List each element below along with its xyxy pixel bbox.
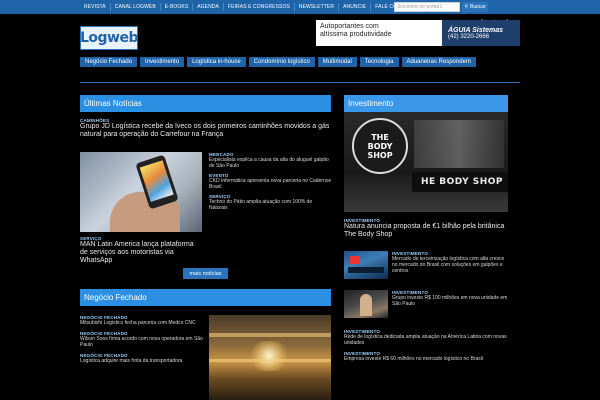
nav-divider bbox=[80, 82, 520, 83]
top-nav-feiras[interactable]: FEIRAS E CONGRESSOS bbox=[224, 3, 295, 11]
lead-story[interactable]: SERVIÇO MAN Latin America lança platafor… bbox=[80, 236, 202, 265]
factory-light bbox=[249, 341, 289, 371]
section-title-negocio[interactable]: Negócio Fechado bbox=[80, 289, 331, 306]
section-title-investimento[interactable]: Investimento bbox=[344, 95, 508, 112]
ad-line-2: altíssima produtividade bbox=[320, 31, 392, 38]
investimento-main-story[interactable]: INVESTIMENTO Natura anuncia proposta de … bbox=[344, 218, 508, 239]
nav-logistica-in-house[interactable]: Logística in-house bbox=[187, 57, 246, 67]
top-bar: REVISTA CANAL LOGWEB E-BOOKS AGENDA FEIR… bbox=[0, 0, 600, 14]
story-image-factory[interactable] bbox=[209, 315, 331, 400]
list-item[interactable]: INVESTIMENTO Empresa investe R$ 60 milhõ… bbox=[344, 351, 508, 362]
story-text[interactable]: Rede de logística dedicada amplia atuaçã… bbox=[344, 334, 508, 346]
top-nav-ebooks[interactable]: E-BOOKS bbox=[161, 3, 194, 11]
thumb-logo bbox=[350, 256, 360, 264]
phone-screen bbox=[139, 160, 174, 202]
shop-sign-word: THE bbox=[371, 132, 389, 142]
nav-tecnologia[interactable]: Tecnologia bbox=[359, 57, 399, 67]
side-story-list: MERCADO Especialista explica a causa da … bbox=[209, 152, 331, 211]
nav-negocio-fechado[interactable]: Negócio Fechado bbox=[80, 57, 138, 67]
story-text[interactable]: Wilson Sons firma acordo com nova operad… bbox=[80, 336, 204, 348]
more-news-button[interactable]: mais notícias bbox=[183, 268, 228, 279]
story-text[interactable]: Mitsubishi Logistics fecha parceria com … bbox=[80, 320, 204, 326]
factory-beam bbox=[209, 333, 331, 337]
list-item[interactable]: NEGÓCIO FECHADO Logística adquire mais f… bbox=[80, 353, 204, 364]
thumb-bar bbox=[348, 267, 384, 273]
shop-banner-text: HE BODY SHOP bbox=[420, 177, 504, 187]
list-item[interactable]: SERVIÇO Techno do Pátio amplia atuação c… bbox=[209, 194, 331, 211]
top-nav-revista[interactable]: REVISTA bbox=[80, 3, 111, 11]
shop-sign-word: SHOP bbox=[367, 150, 393, 160]
nav-multimodal[interactable]: Multimodal bbox=[317, 57, 357, 67]
search-icon: ⚲ bbox=[464, 4, 469, 10]
nav-investimento[interactable]: Investimento bbox=[140, 57, 185, 67]
story-headline[interactable]: Grupo JD Logística recebe da Iveco os do… bbox=[80, 123, 331, 139]
story-text[interactable]: Empresa investe R$ 60 milhões no mercado… bbox=[344, 356, 508, 362]
ad-line-1: Autoportantes com bbox=[320, 23, 379, 30]
story-image-body-shop[interactable]: THE BODY SHOP HE BODY SHOP bbox=[344, 112, 508, 212]
negocio-list: NEGÓCIO FECHADO Mitsubishi Logistics fec… bbox=[80, 315, 204, 364]
top-nav-agenda[interactable]: AGENDA bbox=[193, 3, 224, 11]
main-nav: Negócio Fechado Investimento Logística i… bbox=[80, 57, 520, 70]
thumb-image[interactable] bbox=[344, 251, 388, 279]
ad-phone: (42) 3220-2666 bbox=[448, 33, 490, 40]
top-nav: REVISTA CANAL LOGWEB E-BOOKS AGENDA FEIR… bbox=[0, 3, 420, 11]
story-text[interactable]: Especialista explica a causa da alta do … bbox=[209, 157, 331, 169]
top-story[interactable]: CAMINHÕES Grupo JD Logística recebe da I… bbox=[80, 118, 331, 139]
thumb-person bbox=[360, 294, 372, 316]
shop-banner: HE BODY SHOP bbox=[412, 172, 508, 192]
top-nav-canal-logweb[interactable]: CANAL LOGWEB bbox=[111, 3, 161, 11]
nav-aduaneiras-respondem[interactable]: Aduaneiras Respondem bbox=[401, 57, 476, 67]
list-item[interactable]: INVESTIMENTO Grupo investe R$ 100 milhõe… bbox=[392, 290, 508, 307]
thumb-image[interactable] bbox=[344, 290, 388, 318]
list-item[interactable]: MERCADO Especialista explica a causa da … bbox=[209, 152, 331, 169]
story-text[interactable]: CKD Informática apresenta nova parceria … bbox=[209, 178, 331, 190]
story-text[interactable]: Grupo investe R$ 100 milhões em nova uni… bbox=[392, 295, 508, 307]
story-headline[interactable]: MAN Latin America lança plataforma de se… bbox=[80, 241, 202, 265]
list-item[interactable]: NEGÓCIO FECHADO Wilson Sons firma acordo… bbox=[80, 331, 204, 348]
header-ad-banner[interactable]: Autoportantes com altíssima produtividad… bbox=[316, 20, 520, 46]
list-item[interactable]: EVENTO CKD Informática apresenta nova pa… bbox=[209, 173, 331, 190]
search-button-label: Buscar bbox=[470, 4, 486, 10]
top-nav-newsletter[interactable]: NEWSLETTER bbox=[295, 3, 340, 11]
story-text[interactable]: Mercado de terceirização logística com a… bbox=[392, 256, 508, 274]
shop-sign-word: BODY bbox=[367, 141, 393, 151]
story-image-phone[interactable] bbox=[80, 152, 202, 232]
shop-sign: THE BODY SHOP bbox=[352, 118, 408, 174]
ad-brand: ÁGUIA Sistemas bbox=[448, 26, 503, 34]
shop-window bbox=[414, 120, 504, 168]
list-item[interactable]: NEGÓCIO FECHADO Mitsubishi Logistics fec… bbox=[80, 315, 204, 326]
logo[interactable]: Logweb bbox=[80, 26, 139, 50]
list-item[interactable]: INVESTIMENTO Mercado de terceirização lo… bbox=[392, 251, 508, 274]
search-button[interactable]: ⚲ Buscar bbox=[462, 2, 488, 12]
story-headline[interactable]: Natura anuncia proposta de €1 bilhão pel… bbox=[344, 223, 508, 239]
section-title-ultimas[interactable]: Últimas Notícias bbox=[80, 95, 331, 112]
top-nav-anuncie[interactable]: ANUNCIE bbox=[339, 3, 372, 11]
investimento-list: INVESTIMENTO Rede de logística dedicada … bbox=[344, 329, 508, 362]
story-text[interactable]: Techno do Pátio amplia atuação com 100% … bbox=[209, 199, 331, 211]
logo-text: Logweb bbox=[80, 30, 139, 46]
search-input[interactable]: Encontre no portal L bbox=[394, 2, 460, 12]
list-item[interactable]: INVESTIMENTO Rede de logística dedicada … bbox=[344, 329, 508, 346]
factory-beam bbox=[209, 359, 331, 362]
nav-condominio-logistico[interactable]: Condomínio logístico bbox=[248, 57, 315, 67]
story-text[interactable]: Logística adquire mais frota da transpor… bbox=[80, 358, 204, 364]
